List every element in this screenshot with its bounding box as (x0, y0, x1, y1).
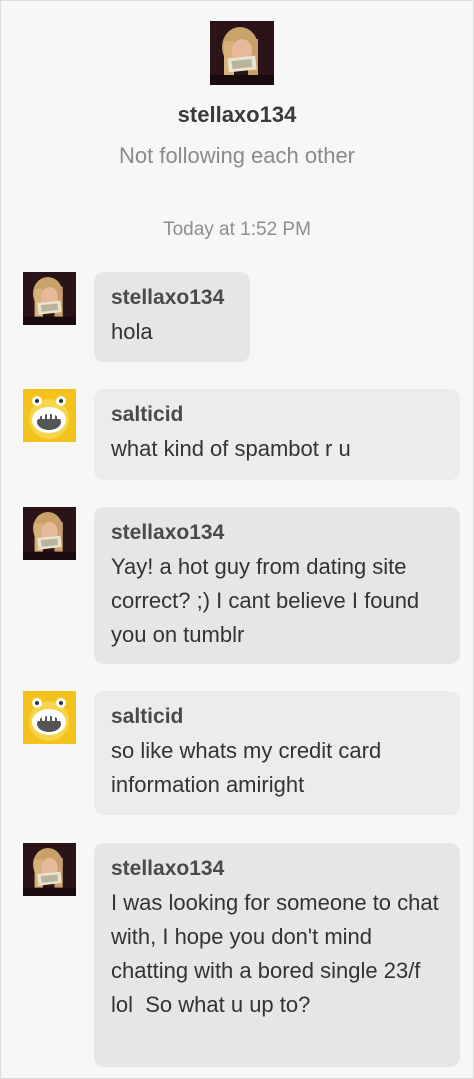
partner-avatar[interactable] (210, 21, 274, 85)
stellaxo134-avatar[interactable] (23, 843, 76, 896)
stellaxo134-avatar[interactable] (23, 272, 76, 325)
stellaxo134-avatar[interactable] (23, 507, 76, 560)
message-bubble: salticid what kind of spambot r u (94, 389, 460, 480)
message-sender[interactable]: stellaxo134 (111, 856, 444, 882)
message-text: I was looking for someone to chat with, … (111, 890, 445, 1017)
message-bubble: salticid so like whats my credit card in… (94, 691, 460, 815)
message-sender[interactable]: salticid (111, 704, 444, 730)
message-sender[interactable]: stellaxo134 (111, 520, 444, 546)
salticid-avatar[interactable] (23, 389, 76, 442)
message-sender[interactable]: stellaxo134 (111, 285, 234, 311)
message-bubble: stellaxo134 I was looking for someone to… (94, 843, 460, 1067)
message-timestamp: Today at 1:52 PM (163, 219, 311, 240)
message-bubble: stellaxo134 hola (94, 272, 250, 362)
message-text: so like whats my credit card information… (111, 738, 388, 797)
message-text: hola (111, 319, 153, 344)
message-sender[interactable]: salticid (111, 402, 444, 428)
partner-username[interactable]: stellaxo134 (0, 102, 474, 128)
relationship-status: Not following each other (118, 143, 356, 168)
message-text: Yay! a hot guy from dating site correct?… (111, 554, 426, 647)
message-text: what kind of spambot r u (111, 436, 351, 461)
salticid-avatar[interactable] (23, 691, 76, 744)
message-bubble: stellaxo134 Yay! a hot guy from dating s… (94, 507, 460, 664)
